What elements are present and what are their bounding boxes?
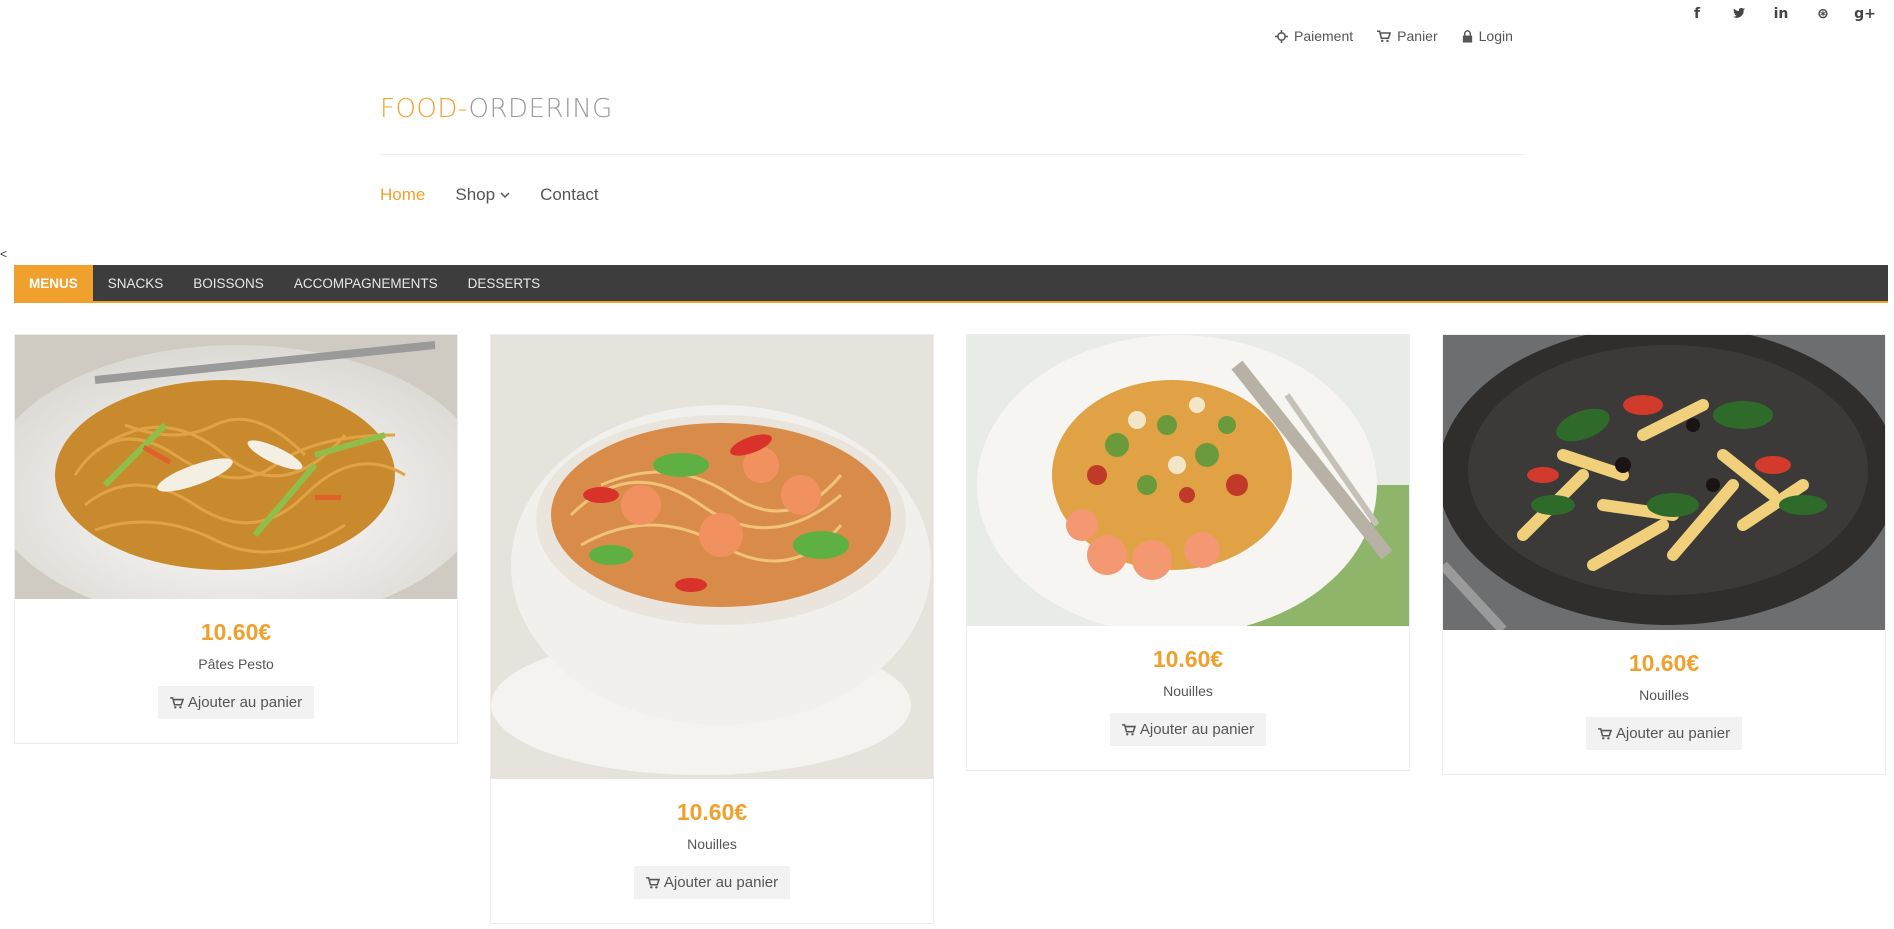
cart-link[interactable]: Panier [1377,28,1438,44]
facebook-icon[interactable]: f [1676,6,1718,24]
tab-accompagnements[interactable]: ACCOMPAGNEMENTS [279,265,453,303]
add-to-cart-label: Ajouter au panier [1615,725,1731,742]
product-card: 10.60€ Nouilles Ajouter au panier [490,334,934,924]
tab-boissons[interactable]: BOISSONS [178,265,279,303]
social-links: f in ⊛ g+ [1676,6,1886,24]
add-to-cart-button[interactable]: Ajouter au panier [1109,713,1267,746]
chevron-down-icon [500,191,510,198]
product-name: Nouilles [1639,687,1689,703]
product-name: Nouilles [1163,683,1213,699]
site-logo[interactable]: FOOD-ORDERING [380,94,613,124]
login-label: Login [1478,28,1513,44]
cart-icon [170,697,184,709]
tab-menus[interactable]: MENUS [14,265,93,303]
nav-home[interactable]: Home [380,185,425,205]
lock-icon [1462,29,1472,43]
category-bar: MENUS SNACKS BOISSONS ACCOMPAGNEMENTS DE… [14,265,1888,303]
add-to-cart-label: Ajouter au panier [663,874,779,891]
dribbble-icon[interactable]: ⊛ [1802,6,1844,24]
googleplus-icon[interactable]: g+ [1844,6,1886,24]
logo-part-ordering: ORDERING [468,94,613,124]
payment-link[interactable]: Paiement [1275,28,1353,44]
nav-shop-label: Shop [455,185,496,204]
add-to-cart-label: Ajouter au panier [1139,721,1255,738]
stray-mark: < [0,247,8,261]
product-price: 10.60€ [1628,650,1700,676]
product-card: 10.60€ Nouilles Ajouter au panier [1442,334,1886,775]
cart-icon [1122,724,1136,736]
cart-icon [1377,29,1392,42]
add-to-cart-button[interactable]: Ajouter au panier [633,866,791,899]
tab-snacks[interactable]: SNACKS [93,265,179,303]
tab-desserts[interactable]: DESSERTS [453,265,556,303]
login-link[interactable]: Login [1462,28,1513,44]
logo-part-food: FOOD- [380,94,469,124]
header-divider [380,154,1525,155]
cart-icon [646,877,660,889]
product-price: 10.60€ [200,619,272,645]
nav-contact[interactable]: Contact [540,185,599,205]
cart-icon [1598,728,1612,740]
product-image[interactable] [967,335,1409,626]
add-to-cart-button[interactable]: Ajouter au panier [157,686,315,719]
product-name: Pâtes Pesto [198,656,274,672]
payment-label: Paiement [1294,28,1354,44]
main-nav: Home Shop Contact [380,185,599,205]
twitter-icon[interactable] [1718,6,1760,24]
cart-label: Panier [1397,28,1438,44]
product-card: 10.60€ Nouilles Ajouter au panier [966,334,1410,771]
product-name: Nouilles [687,836,737,852]
product-price: 10.60€ [676,799,748,825]
nav-shop[interactable]: Shop [455,185,510,205]
linkedin-icon[interactable]: in [1760,6,1802,24]
product-image[interactable] [15,335,457,599]
product-image[interactable] [491,335,933,779]
add-to-cart-label: Ajouter au panier [187,694,303,711]
product-card: 10.60€ Pâtes Pesto Ajouter au panier [14,334,458,744]
add-to-cart-button[interactable]: Ajouter au panier [1585,717,1743,750]
product-image[interactable] [1443,335,1885,630]
crosshair-icon [1275,29,1288,43]
product-price: 10.60€ [1152,646,1224,672]
top-links: Paiement Panier Login [1275,28,1513,44]
